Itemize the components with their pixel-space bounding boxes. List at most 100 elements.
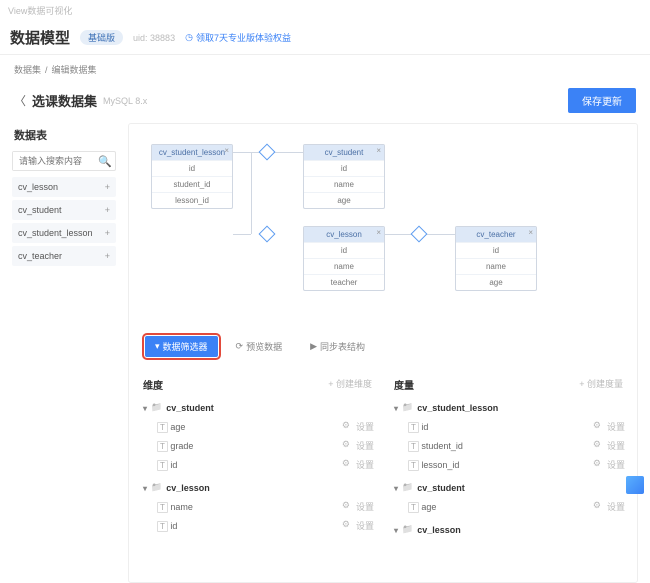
plus-icon[interactable]: + <box>105 251 110 261</box>
table-item[interactable]: cv_lesson+ <box>12 177 116 197</box>
folder-icon <box>151 402 162 413</box>
config-link[interactable]: 设置 <box>607 458 625 471</box>
join-icon[interactable] <box>411 226 428 243</box>
gear-icon[interactable] <box>342 458 350 471</box>
gear-icon[interactable] <box>593 458 601 471</box>
field-row[interactable]: student_id设置 <box>392 436 625 455</box>
app-title: 数据模型 <box>10 27 70 48</box>
product-tag: View数据可视化 <box>0 0 650 21</box>
save-button[interactable]: 保存更新 <box>568 88 636 113</box>
table-item[interactable]: cv_teacher+ <box>12 246 116 266</box>
config-link[interactable]: 设置 <box>356 458 374 471</box>
gear-icon[interactable] <box>593 420 601 433</box>
clock-icon: ◷ <box>185 32 193 43</box>
canvas: cv_student_lesson× idstudent_idlesson_id… <box>128 123 638 583</box>
sidebar-heading: 数据表 <box>12 123 116 147</box>
gear-icon[interactable] <box>342 519 350 532</box>
gear-icon[interactable] <box>342 500 350 513</box>
join-icon[interactable] <box>259 144 276 161</box>
er-diagram: cv_student_lesson× idstudent_idlesson_id… <box>141 136 625 316</box>
search-input[interactable] <box>13 152 95 170</box>
group-header[interactable]: cv_student <box>141 398 374 417</box>
tab-bar: ▾数据筛选器 ⟳预览数据 ▶同步表结构 <box>141 330 625 363</box>
crumb-sep: / <box>45 65 48 75</box>
gear-icon[interactable] <box>342 439 350 452</box>
back-icon[interactable]: 〈 <box>14 92 26 109</box>
text-type-icon <box>408 502 419 512</box>
db-version: MySQL 8.x <box>103 96 147 106</box>
text-type-icon <box>157 502 168 512</box>
panel-title: 度量 <box>394 377 414 392</box>
group-header[interactable]: cv_student_lesson <box>392 398 625 417</box>
text-type-icon <box>157 521 168 531</box>
chevron-down-icon <box>394 525 398 535</box>
field-row[interactable]: lesson_id设置 <box>392 455 625 474</box>
group-header[interactable]: cv_lesson <box>141 478 374 497</box>
add-dimension[interactable]: + 创建维度 <box>328 377 372 392</box>
crumb-current: 编辑数据集 <box>52 63 97 76</box>
er-node[interactable]: cv_student× idnameage <box>303 144 385 209</box>
title-bar: 〈 选课数据集 MySQL 8.x 保存更新 <box>0 84 650 123</box>
er-node[interactable]: cv_student_lesson× idstudent_idlesson_id <box>151 144 233 209</box>
group-header[interactable]: cv_student <box>392 478 625 497</box>
field-row[interactable]: age设置 <box>141 417 374 436</box>
plus-icon[interactable]: + <box>105 228 110 238</box>
config-link[interactable]: 设置 <box>356 500 374 513</box>
dimensions-panel: 维度 + 创建维度 cv_student age设置 grade设置 id设置 cv… <box>141 373 374 541</box>
search-icon[interactable]: 🔍 <box>95 152 115 170</box>
crumb-root[interactable]: 数据集 <box>14 63 41 76</box>
gear-icon[interactable] <box>593 500 601 513</box>
page-title: 选课数据集 <box>32 91 97 110</box>
config-link[interactable]: 设置 <box>607 500 625 513</box>
promo-link[interactable]: ◷ 领取7天专业版体验权益 <box>185 31 291 44</box>
tab-sync[interactable]: ▶同步表结构 <box>300 336 375 357</box>
join-icon[interactable] <box>259 226 276 243</box>
chevron-down-icon <box>394 483 398 493</box>
config-link[interactable]: 设置 <box>356 439 374 452</box>
app-header: 数据模型 基础版 uid: 38883 ◷ 领取7天专业版体验权益 <box>0 21 650 55</box>
config-link[interactable]: 设置 <box>356 420 374 433</box>
field-row[interactable]: id设置 <box>141 455 374 474</box>
text-type-icon <box>408 441 419 451</box>
config-link[interactable]: 设置 <box>607 420 625 433</box>
tab-filter[interactable]: ▾数据筛选器 <box>145 336 218 357</box>
plus-icon[interactable]: + <box>105 205 110 215</box>
text-type-icon <box>408 460 419 470</box>
gear-icon[interactable] <box>342 420 350 433</box>
tab-preview[interactable]: ⟳预览数据 <box>226 336 293 357</box>
panel-title: 维度 <box>143 377 163 392</box>
group-header[interactable]: cv_lesson <box>392 520 625 539</box>
close-icon[interactable]: × <box>528 228 533 237</box>
refresh-icon: ⟳ <box>236 341 244 352</box>
close-icon[interactable]: × <box>224 146 229 155</box>
promo-text: 领取7天专业版体验权益 <box>196 31 291 44</box>
er-node[interactable]: cv_lesson× idnameteacher <box>303 226 385 291</box>
measures-panel: 度量 + 创建度量 cv_student_lesson id设置 student_… <box>392 373 625 541</box>
field-row[interactable]: id设置 <box>141 516 374 535</box>
table-item[interactable]: cv_student+ <box>12 200 116 220</box>
field-row[interactable]: grade设置 <box>141 436 374 455</box>
folder-icon <box>402 482 413 493</box>
close-icon[interactable]: × <box>376 146 381 155</box>
text-type-icon <box>157 460 168 470</box>
chevron-down-icon <box>143 483 147 493</box>
add-measure[interactable]: + 创建度量 <box>579 377 623 392</box>
sticky-note-icon[interactable] <box>626 476 644 494</box>
text-type-icon <box>157 441 168 451</box>
folder-icon <box>151 482 162 493</box>
er-node[interactable]: cv_teacher× idnameage <box>455 226 537 291</box>
config-link[interactable]: 设置 <box>607 439 625 452</box>
plus-icon[interactable]: + <box>105 182 110 192</box>
play-icon: ▶ <box>310 341 317 352</box>
config-link[interactable]: 设置 <box>356 519 374 532</box>
breadcrumb: 数据集 / 编辑数据集 <box>0 55 650 84</box>
chevron-down-icon <box>143 403 147 413</box>
close-icon[interactable]: × <box>376 228 381 237</box>
edition-badge: 基础版 <box>80 30 123 45</box>
gear-icon[interactable] <box>593 439 601 452</box>
chevron-down-icon <box>394 403 398 413</box>
uid-label: uid: 38883 <box>133 33 175 43</box>
folder-icon <box>402 402 413 413</box>
field-row[interactable]: id设置 <box>392 417 625 436</box>
table-item[interactable]: cv_student_lesson+ <box>12 223 116 243</box>
